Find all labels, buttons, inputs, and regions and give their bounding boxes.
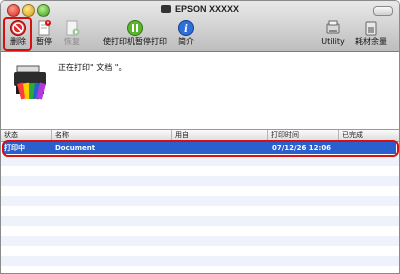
pause-printer-icon — [127, 20, 143, 36]
empty-row — [1, 166, 399, 176]
pause-printer-label: 使打印机暂停打印 — [103, 37, 167, 46]
hold-label: 暂停 — [36, 37, 52, 46]
supplies-label: 耗材余量 — [355, 37, 387, 46]
printer-icon — [14, 65, 46, 100]
resume-label: 恢复 — [64, 37, 80, 46]
pause-printer-button[interactable]: 使打印机暂停打印 — [99, 19, 171, 49]
empty-row — [1, 206, 399, 216]
printer-small-icon — [160, 5, 171, 13]
svg-text:i: i — [184, 24, 188, 35]
row-highlight-frame — [2, 140, 399, 157]
info-button[interactable]: i 简介 — [175, 19, 197, 49]
empty-row — [1, 176, 399, 186]
supplies-icon — [365, 21, 377, 36]
printer-status-area: 正在打印" 文档 "。 — [1, 52, 399, 127]
hold-icon — [38, 20, 51, 36]
utility-icon — [326, 20, 340, 34]
empty-row — [1, 196, 399, 206]
empty-row — [1, 246, 399, 256]
resume-button[interactable]: 恢复 — [59, 19, 85, 49]
status-message: 正在打印" 文档 "。 — [58, 63, 127, 72]
window-title: EPSON XXXXX — [1, 4, 399, 14]
empty-row — [1, 236, 399, 246]
supplies-button[interactable]: 耗材余量 — [353, 19, 389, 49]
empty-row — [1, 226, 399, 236]
empty-row — [1, 256, 399, 266]
utility-button[interactable]: Utility — [319, 19, 347, 49]
info-icon: i — [178, 20, 194, 36]
toolbar-toggle-button[interactable] — [373, 6, 393, 16]
resume-icon — [66, 20, 80, 36]
window-title-text: EPSON XXXXX — [174, 4, 240, 14]
empty-row — [1, 186, 399, 196]
utility-label: Utility — [321, 37, 345, 46]
toolbar: EPSON XXXXX 删除 暂停 恢复 使打印机暂停打印 i 简介 Utili… — [1, 1, 399, 52]
empty-row — [1, 216, 399, 226]
hold-button[interactable]: 暂停 — [32, 19, 56, 49]
print-queue-window: EPSON XXXXX 删除 暂停 恢复 使打印机暂停打印 i 简介 Utili… — [0, 0, 400, 274]
empty-row — [1, 156, 399, 166]
info-label: 简介 — [178, 37, 194, 46]
job-table-body — [1, 142, 399, 273]
delete-highlight-frame — [3, 17, 32, 51]
